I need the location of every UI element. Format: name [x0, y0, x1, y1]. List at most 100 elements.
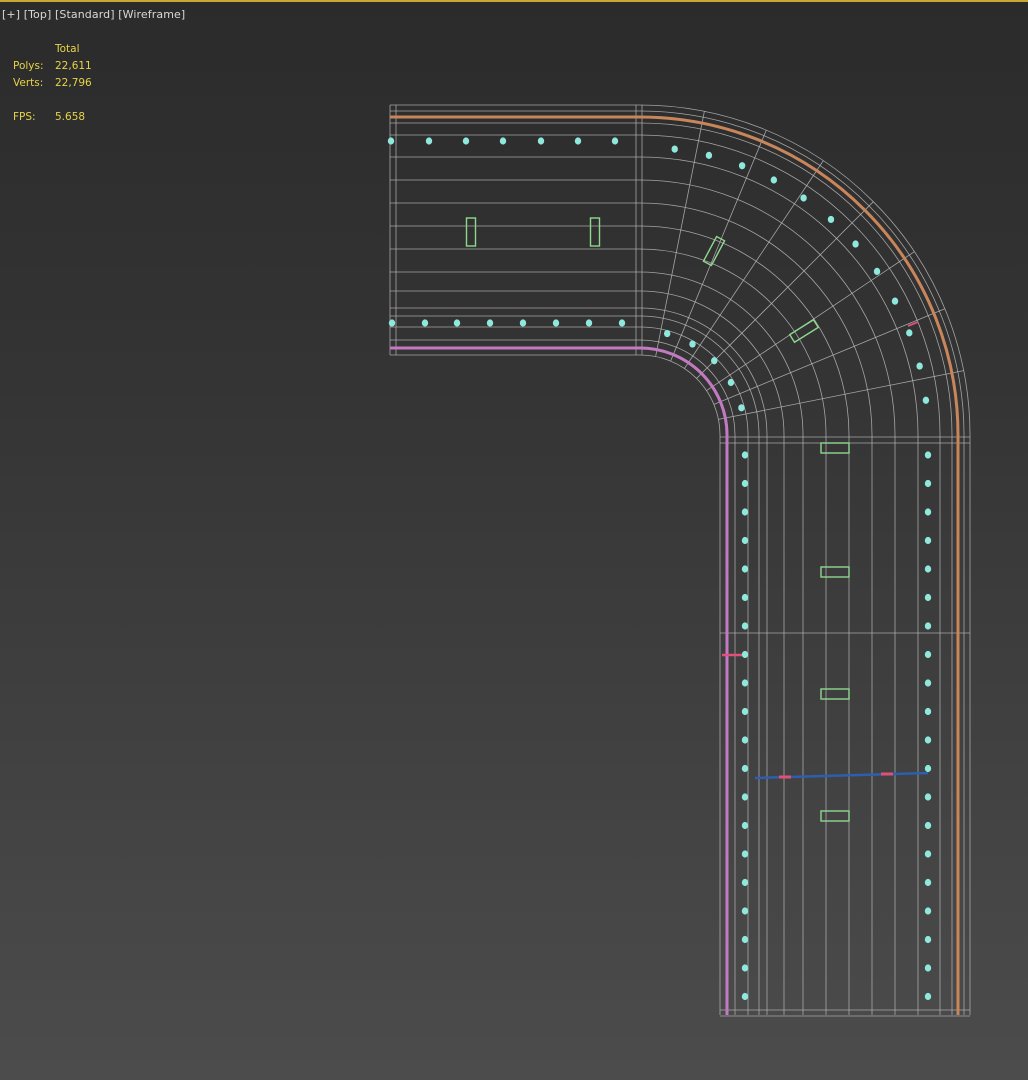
road-stud[interactable]: [425, 137, 433, 145]
mesh-edge-long: [390, 179, 896, 1015]
road-stud[interactable]: [738, 162, 746, 170]
road-stud[interactable]: [924, 764, 932, 773]
road-stud[interactable]: [924, 707, 932, 716]
road-stud[interactable]: [741, 964, 749, 972]
road-stud[interactable]: [741, 593, 749, 602]
road-stud[interactable]: [618, 319, 626, 327]
road-stud[interactable]: [705, 151, 713, 159]
road-stud[interactable]: [924, 850, 932, 858]
lane-marker[interactable]: [820, 442, 850, 454]
road-stud[interactable]: [574, 137, 582, 145]
road-stud[interactable]: [741, 736, 749, 744]
road-stud[interactable]: [462, 137, 470, 145]
selected-vertex: [907, 321, 919, 327]
mesh-edge-radial: [713, 308, 946, 405]
road-stud[interactable]: [873, 267, 881, 275]
mesh-edge-long: [390, 271, 804, 1015]
road-stud[interactable]: [741, 935, 749, 944]
road-stud[interactable]: [906, 329, 913, 337]
mesh-edge-long: [390, 156, 919, 1015]
road-stud[interactable]: [924, 451, 932, 459]
road-stud[interactable]: [924, 907, 932, 915]
lane-marker[interactable]: [820, 688, 850, 700]
road-stud[interactable]: [519, 319, 527, 327]
road-stud[interactable]: [671, 145, 678, 153]
road-stud[interactable]: [453, 319, 461, 327]
road-stud[interactable]: [852, 240, 859, 248]
road-stud[interactable]: [924, 793, 932, 801]
mesh-edge-radial: [696, 201, 874, 379]
road-stud[interactable]: [741, 707, 749, 716]
wireframe-road-mesh[interactable]: [0, 0, 1028, 1080]
mesh-edge-long: [390, 339, 736, 1015]
mesh-edge-long: [390, 134, 941, 1015]
mesh-edge-long: [390, 326, 749, 1015]
road-stud[interactable]: [388, 319, 396, 327]
road-stud[interactable]: [916, 362, 923, 370]
lane-marker[interactable]: [465, 217, 477, 247]
lane-markers[interactable]: [465, 217, 850, 822]
road-stud[interactable]: [891, 297, 899, 305]
road-stud[interactable]: [800, 194, 807, 202]
road-stud[interactable]: [741, 508, 749, 516]
road-stud[interactable]: [924, 536, 932, 545]
road-stud[interactable]: [486, 319, 494, 327]
road-stud[interactable]: [924, 479, 932, 488]
road-stud[interactable]: [741, 992, 749, 1001]
road-stud[interactable]: [552, 319, 560, 327]
road-stud[interactable]: [537, 137, 545, 145]
road-stud[interactable]: [387, 137, 395, 145]
road-stud[interactable]: [741, 907, 749, 915]
mesh-wire-edges: [389, 104, 971, 1017]
road-stud[interactable]: [741, 679, 749, 687]
road-stud[interactable]: [924, 593, 932, 602]
road-stud[interactable]: [738, 404, 745, 412]
road-stud[interactable]: [727, 378, 735, 387]
road-stud[interactable]: [741, 764, 749, 773]
road-stud[interactable]: [924, 935, 932, 944]
road-stud[interactable]: [741, 650, 749, 659]
road-stud[interactable]: [711, 357, 718, 365]
lane-marker[interactable]: [820, 810, 850, 822]
mesh-edge-long: [390, 346, 729, 1015]
mesh-edge-long: [390, 315, 760, 1015]
road-stud[interactable]: [924, 650, 932, 659]
road-stud[interactable]: [585, 319, 593, 327]
road-stud[interactable]: [611, 137, 619, 145]
road-stud[interactable]: [741, 622, 749, 630]
road-stud[interactable]: [924, 992, 932, 1001]
road-stud[interactable]: [421, 319, 429, 327]
mesh-edge-radial: [670, 129, 767, 362]
road-stud[interactable]: [741, 821, 749, 830]
road-stud[interactable]: [827, 215, 835, 224]
mesh-edge-long: [390, 307, 768, 1015]
selected-edges: [722, 321, 929, 780]
road-stud[interactable]: [924, 821, 932, 830]
road-stud[interactable]: [770, 176, 778, 184]
road-stud[interactable]: [924, 964, 932, 972]
road-stud[interactable]: [741, 451, 749, 459]
lane-marker[interactable]: [820, 566, 850, 578]
road-stud[interactable]: [924, 878, 932, 887]
road-stud[interactable]: [741, 793, 749, 801]
viewport-top-wireframe[interactable]: [+] [Top] [Standard] [Wireframe] Total P…: [0, 0, 1028, 1080]
lane-marker[interactable]: [589, 217, 601, 247]
road-stud[interactable]: [924, 508, 932, 516]
road-stud[interactable]: [922, 396, 930, 404]
road-stud[interactable]: [741, 536, 749, 545]
mesh-edge-long: [390, 104, 971, 1015]
road-stud[interactable]: [924, 679, 932, 687]
road-stud[interactable]: [741, 878, 749, 887]
mesh-edge-long: [390, 122, 953, 1015]
mesh-edge-long: [390, 354, 721, 1015]
road-stud[interactable]: [924, 622, 932, 630]
road-stud[interactable]: [689, 340, 696, 348]
road-stud[interactable]: [499, 137, 507, 145]
mesh-edge-long: [390, 248, 827, 1015]
road-stud[interactable]: [741, 479, 749, 488]
road-stud[interactable]: [663, 329, 671, 338]
road-stud[interactable]: [741, 850, 749, 858]
road-stud[interactable]: [924, 736, 932, 744]
road-stud[interactable]: [741, 565, 749, 573]
road-stud[interactable]: [924, 565, 932, 573]
